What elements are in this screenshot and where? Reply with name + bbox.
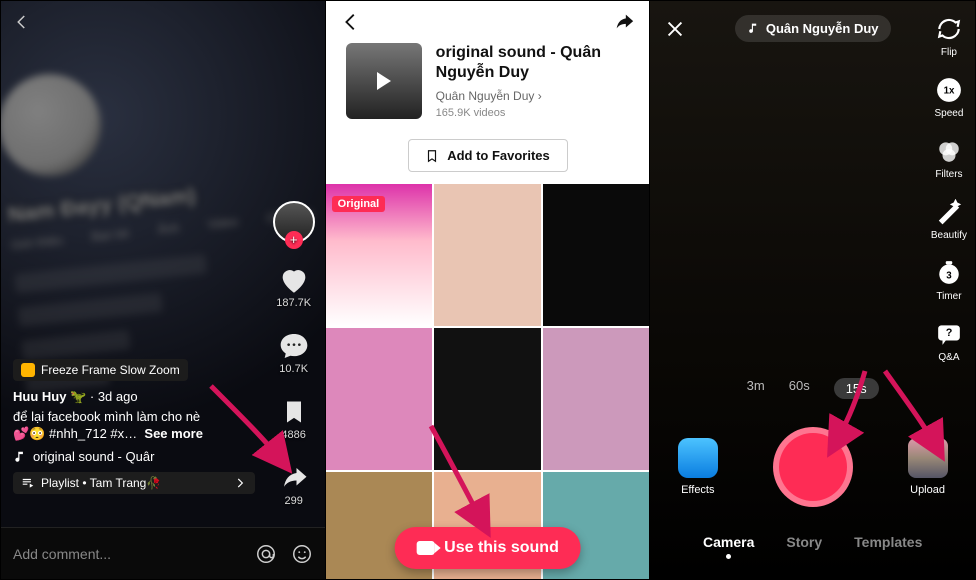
flip-tool[interactable]: Flip	[935, 15, 963, 58]
mode-templates[interactable]: Templates	[854, 534, 922, 559]
effects-icon	[678, 438, 718, 478]
heart-icon	[277, 263, 311, 297]
fb-tab: Bạn bè	[91, 227, 130, 244]
chevron-right-icon	[233, 476, 247, 490]
svg-text:3: 3	[946, 270, 952, 281]
sound-video-count: 165.9K videos	[436, 107, 630, 119]
share-arrow-icon	[279, 463, 309, 493]
share-icon[interactable]	[613, 11, 635, 33]
beautify-icon	[936, 199, 962, 225]
timer-icon: 3	[936, 260, 962, 286]
fb-tab: Video	[207, 216, 239, 232]
filters-tool[interactable]: Filters	[935, 137, 963, 180]
comment-input-bar: Add comment...	[1, 527, 325, 579]
emoji-icon[interactable]	[291, 543, 313, 565]
save-button[interactable]: 4886	[277, 395, 311, 441]
comment-button[interactable]: 10.7K	[277, 329, 311, 375]
mode-camera[interactable]: Camera	[703, 534, 754, 559]
tutorial-triptych: Nam Đayy (QNam) Giới thiệu Bạn bè Ảnh Vi…	[0, 0, 976, 580]
mode-story[interactable]: Story	[786, 534, 822, 559]
back-arrow-icon[interactable]	[340, 11, 362, 33]
feed-top-nav	[13, 13, 31, 31]
like-button[interactable]: 187.7K	[276, 263, 311, 309]
upload-thumb-icon	[908, 438, 948, 478]
bookmark-icon	[280, 398, 308, 426]
video-thumb[interactable]	[326, 328, 433, 470]
effects-button[interactable]: Effects	[678, 438, 718, 496]
comment-count: 10.7K	[279, 363, 308, 375]
author-avatar-button[interactable]: +	[273, 201, 315, 243]
save-count: 4886	[281, 429, 305, 441]
see-more-button[interactable]: See more	[144, 426, 203, 441]
sound-title: original sound - Quân Nguyễn Duy	[436, 43, 630, 83]
bookmark-icon	[425, 149, 439, 163]
video-camera-icon	[416, 541, 434, 555]
fb-tab: Ảnh	[157, 222, 180, 237]
video-thumb[interactable]	[434, 184, 541, 326]
fb-avatar-blur	[1, 69, 106, 181]
selected-sound-pill[interactable]: Quân Nguyễn Duy	[735, 15, 891, 42]
sound-artwork[interactable]	[346, 43, 422, 119]
share-button[interactable]: 299	[277, 461, 311, 507]
share-count: 299	[284, 495, 302, 507]
effect-pill[interactable]: Freeze Frame Slow Zoom	[13, 359, 188, 381]
record-shutter-button[interactable]	[773, 427, 853, 507]
comment-icon	[278, 330, 310, 362]
duration-60s[interactable]: 60s	[789, 378, 810, 399]
camera-mode-tabs: Camera Story Templates	[650, 534, 975, 559]
video-thumb[interactable]	[543, 328, 650, 470]
duration-selector: 3m 60s 15s	[650, 378, 975, 399]
feed-action-sidebar: + 187.7K 10.7K 4886 299	[273, 201, 315, 567]
video-thumb[interactable]	[434, 328, 541, 470]
music-note-icon	[13, 450, 27, 464]
use-this-sound-button[interactable]: Use this sound	[394, 527, 581, 569]
follow-plus-icon[interactable]: +	[285, 231, 303, 249]
sound-artist-link[interactable]: Quân Nguyễn Duy ›	[436, 89, 630, 103]
flip-icon	[936, 16, 962, 42]
camera-tool-rail: Flip 1xSpeed Filters Beautify 3Timer ?Q&…	[931, 15, 967, 363]
add-to-favorites-button[interactable]: Add to Favorites	[408, 139, 568, 172]
timer-tool[interactable]: 3Timer	[935, 259, 963, 302]
back-arrow-icon[interactable]	[13, 13, 31, 31]
effect-icon	[21, 363, 35, 377]
video-description[interactable]: để lại facebook mình làm cho nè 💕😳 #nhh_…	[13, 409, 255, 443]
sound-marquee[interactable]: original sound - Quâr	[13, 449, 255, 464]
comment-input[interactable]: Add comment...	[13, 546, 241, 562]
close-icon[interactable]	[664, 18, 686, 40]
playlist-pill[interactable]: Playlist • Tam Trang🥀	[13, 472, 255, 494]
video-caption: Freeze Frame Slow Zoom Huu Huy 🦖 · 3d ag…	[13, 359, 255, 495]
fb-tab: Giới thiệu	[11, 234, 64, 253]
qa-tool[interactable]: ?Q&A	[935, 320, 963, 363]
camera-panel: Quân Nguyễn Duy Flip 1xSpeed Filters Bea…	[650, 1, 975, 579]
author-username[interactable]: Huu Huy 🦖	[13, 389, 86, 404]
playlist-icon	[21, 476, 35, 490]
tiktok-feed-panel: Nam Đayy (QNam) Giới thiệu Bạn bè Ảnh Vi…	[1, 1, 326, 579]
beautify-tool[interactable]: Beautify	[931, 198, 967, 241]
original-badge: Original	[332, 196, 386, 212]
svg-text:1x: 1x	[944, 85, 955, 96]
sound-page-panel: original sound - Quân Nguyễn Duy Quân Ng…	[326, 1, 651, 579]
play-icon	[346, 43, 422, 119]
upload-button[interactable]: Upload	[908, 438, 948, 496]
sound-header: original sound - Quân Nguyễn Duy Quân Ng…	[326, 43, 650, 133]
qa-icon: ?	[936, 321, 962, 347]
speed-icon: 1x	[936, 77, 962, 103]
music-note-icon	[747, 22, 760, 35]
video-thumb[interactable]	[543, 184, 650, 326]
svg-text:?: ?	[946, 327, 953, 339]
sound-video-grid	[326, 184, 650, 579]
duration-3m[interactable]: 3m	[747, 378, 765, 399]
duration-15s[interactable]: 15s	[834, 378, 879, 399]
post-time: 3d ago	[98, 389, 138, 404]
mention-icon[interactable]	[255, 543, 277, 565]
speed-tool[interactable]: 1xSpeed	[934, 76, 963, 119]
filters-icon	[936, 138, 962, 164]
like-count: 187.7K	[276, 297, 311, 309]
